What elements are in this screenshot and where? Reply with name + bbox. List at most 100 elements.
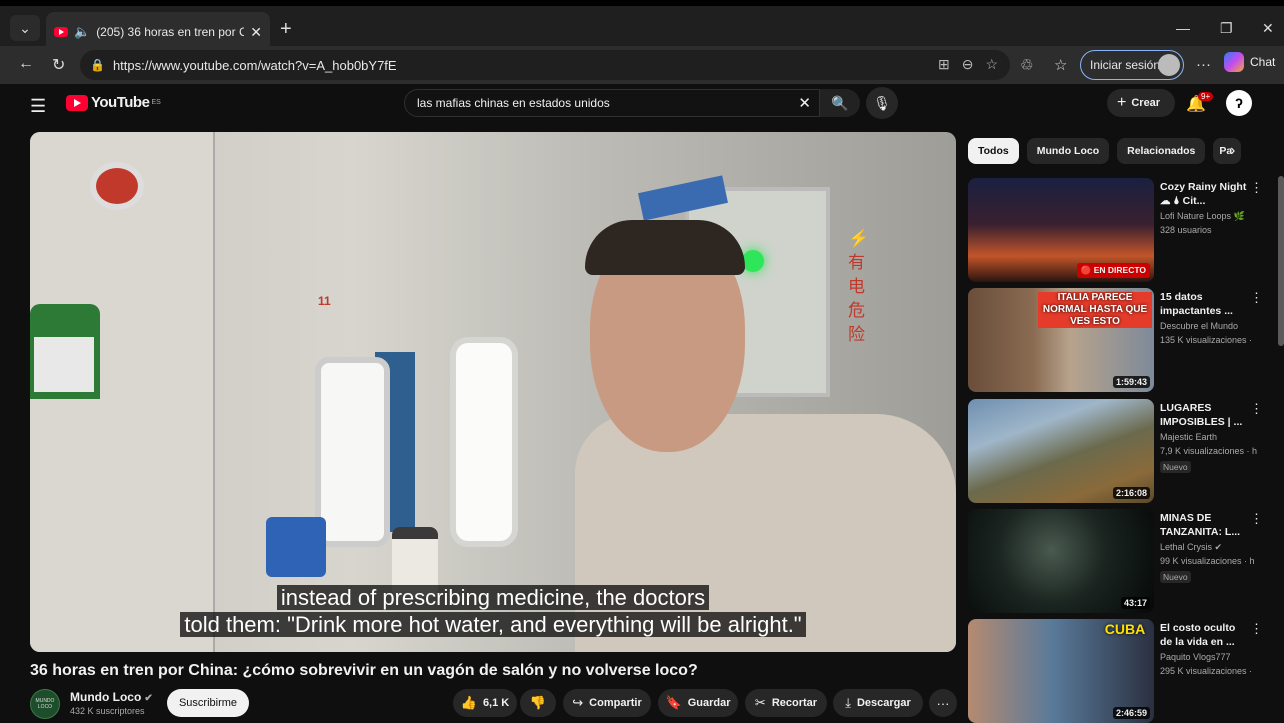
video-frame-seats: [266, 517, 326, 577]
recommendation-channel[interactable]: Descubre el Mundo: [1160, 321, 1238, 331]
dislike-button[interactable]: 👎: [520, 689, 556, 717]
more-vert-icon[interactable]: ⋮: [1250, 290, 1263, 306]
video-frame-person-hair: [585, 220, 745, 275]
restore-icon[interactable]: ❐: [1220, 20, 1233, 37]
create-button[interactable]: + Crear: [1107, 89, 1175, 117]
copilot-icon: [1224, 52, 1244, 72]
save-icon: 🔖: [665, 695, 682, 710]
search-button[interactable]: 🔍: [820, 89, 860, 117]
video-frame-window: [315, 357, 390, 547]
share-icon: ↪: [572, 695, 584, 710]
channel-name[interactable]: Mundo Loco ✔: [70, 690, 153, 704]
channel-name-text: Mundo Loco: [70, 690, 142, 704]
recommendation-item[interactable]: 43:17 MINAS DE TANZANITA: L... Lethal Cr…: [968, 509, 1268, 613]
subscribe-button[interactable]: Suscribirme: [167, 689, 249, 717]
video-title: 36 horas en tren por China: ¿cómo sobrev…: [30, 662, 698, 679]
more-vert-icon[interactable]: ⋮: [1250, 511, 1263, 527]
copilot-chat-button[interactable]: Chat: [1224, 52, 1275, 72]
channel-avatar[interactable]: MUNDO LOCO: [30, 689, 60, 719]
new-tab-icon[interactable]: +: [280, 18, 292, 41]
voice-search-button[interactable]: 🎙: [866, 87, 898, 119]
youtube-logo[interactable]: YouTube ES: [66, 94, 161, 111]
recommendation-channel[interactable]: Lofi Nature Loops 🌿: [1160, 211, 1245, 222]
signin-button[interactable]: Iniciar sesión: [1080, 50, 1184, 80]
video-thumbnail[interactable]: ITALIA PARECE NORMAL HASTA QUE VES ESTO …: [968, 288, 1154, 392]
profile-avatar-icon: [1158, 54, 1180, 76]
video-thumbnail[interactable]: 2:16:08: [968, 399, 1154, 503]
more-vert-icon[interactable]: ⋮: [1250, 401, 1263, 417]
clip-button[interactable]: ✂ Recortar: [745, 689, 827, 717]
subtitle-line: instead of prescribing medicine, the doc…: [276, 585, 710, 610]
speaker-icon[interactable]: 🔈: [74, 24, 90, 40]
video-duration: 2:46:59: [1112, 707, 1150, 719]
recommendation-item[interactable]: CUBA 2:46:59 El costo oculto de la vida …: [968, 619, 1268, 723]
address-bar[interactable]: 🔒 https://www.youtube.com/watch?v=A_hob0…: [80, 50, 1010, 80]
recommendation-channel[interactable]: Lethal Crysis ✔: [1160, 542, 1222, 553]
chip-relacionados[interactable]: Relacionados: [1117, 138, 1206, 164]
minimize-icon[interactable]: —: [1176, 20, 1190, 36]
chevron-right-icon[interactable]: ›: [1230, 142, 1235, 160]
app-available-icon[interactable]: ⊞: [938, 56, 950, 73]
verified-icon: ✔: [144, 693, 153, 704]
recommendation-item[interactable]: 2:16:08 LUGARES IMPOSIBLES | ... Majesti…: [968, 399, 1268, 503]
extensions-icon[interactable]: ♲: [1020, 56, 1033, 74]
like-icon: 👍: [460, 695, 477, 710]
back-icon[interactable]: ←: [18, 55, 34, 73]
video-thumbnail[interactable]: 🔴 EN DIRECTO: [968, 178, 1154, 282]
save-label: Guardar: [687, 697, 731, 709]
user-avatar[interactable]: ʔ: [1226, 90, 1252, 116]
recommendation-meta: 295 K visualizaciones ·: [1160, 666, 1253, 676]
recommendation-channel[interactable]: Majestic Earth: [1160, 432, 1217, 442]
country-code: ES: [151, 99, 161, 106]
video-frame-warning-text: ⚡有电危险: [848, 229, 870, 344]
download-button[interactable]: ⤓ Descargar: [833, 689, 923, 717]
recommendation-meta: 328 usuarios: [1160, 225, 1212, 235]
clear-search-icon[interactable]: ✕: [798, 94, 811, 112]
recommendation-title[interactable]: Cozy Rainy Night ☁ 🌢 Cit...: [1160, 180, 1248, 208]
recommendation-title[interactable]: LUGARES IMPOSIBLES | ...: [1160, 401, 1248, 429]
hamburger-menu-icon[interactable]: ☰: [30, 96, 46, 117]
close-tab-icon[interactable]: ✕: [250, 24, 262, 41]
recommendation-title[interactable]: MINAS DE TANZANITA: L...: [1160, 511, 1248, 539]
chip-mundo-loco[interactable]: Mundo Loco: [1026, 138, 1110, 164]
favorites-icon[interactable]: ☆: [1054, 56, 1067, 74]
youtube-favicon-icon: [54, 27, 68, 37]
zoom-icon[interactable]: ⊖: [962, 56, 974, 73]
chat-label: Chat: [1250, 55, 1276, 69]
recommendation-item[interactable]: ITALIA PARECE NORMAL HASTA QUE VES ESTO …: [968, 288, 1268, 392]
close-window-icon[interactable]: ✕: [1262, 20, 1274, 37]
reload-icon[interactable]: ↻: [52, 55, 65, 75]
chip-partial[interactable]: Pa: [1213, 138, 1242, 164]
video-frame-number: 11: [318, 294, 331, 308]
search-input[interactable]: las mafias chinas en estados unidos ✕: [404, 89, 820, 117]
browser-toolbar: ← ↻ 🔒 https://www.youtube.com/watch?v=A_…: [0, 46, 1284, 84]
like-button[interactable]: 👍 6,1 K: [453, 689, 517, 717]
video-subtitles: instead of prescribing medicine, the doc…: [30, 584, 956, 638]
live-badge: 🔴 EN DIRECTO: [1076, 263, 1150, 278]
recommendation-title[interactable]: El costo oculto de la vida en ...: [1160, 621, 1248, 649]
thumbnail-text: ITALIA PARECE NORMAL HASTA QUE VES ESTO: [1038, 292, 1152, 328]
recommendation-channel[interactable]: Paquito Vlogs777: [1160, 652, 1231, 662]
more-vert-icon[interactable]: ⋮: [1250, 621, 1263, 637]
chip-todos[interactable]: Todos: [968, 138, 1019, 164]
create-label: Crear: [1131, 97, 1161, 109]
favorite-star-icon[interactable]: ☆: [985, 56, 998, 73]
new-badge: Nuevo: [1160, 461, 1191, 473]
tab-list-dropdown-icon[interactable]: ⌄: [10, 15, 40, 41]
scrollbar[interactable]: [1278, 176, 1284, 346]
subtitle-line: told them: "Drink more hot water, and ev…: [180, 612, 806, 637]
save-button[interactable]: 🔖 Guardar: [658, 689, 738, 717]
dislike-icon: 👎: [529, 695, 547, 710]
download-label: Descargar: [856, 697, 911, 709]
more-actions-button[interactable]: ···: [929, 689, 957, 717]
recommendation-item[interactable]: 🔴 EN DIRECTO Cozy Rainy Night ☁ 🌢 Cit...…: [968, 178, 1268, 282]
video-thumbnail[interactable]: CUBA 2:46:59: [968, 619, 1154, 723]
video-player[interactable]: ⚡有电危险 11 instead of prescribing medicine…: [30, 132, 956, 652]
video-thumbnail[interactable]: 43:17: [968, 509, 1154, 613]
more-options-icon[interactable]: ···: [1196, 56, 1211, 73]
share-button[interactable]: ↪ Compartir: [563, 689, 651, 717]
search-icon: 🔍: [831, 94, 849, 111]
tab-title: (205) 36 horas en tren por Chi: [96, 25, 245, 39]
more-vert-icon[interactable]: ⋮: [1250, 180, 1263, 196]
recommendation-title[interactable]: 15 datos impactantes ...: [1160, 290, 1248, 318]
